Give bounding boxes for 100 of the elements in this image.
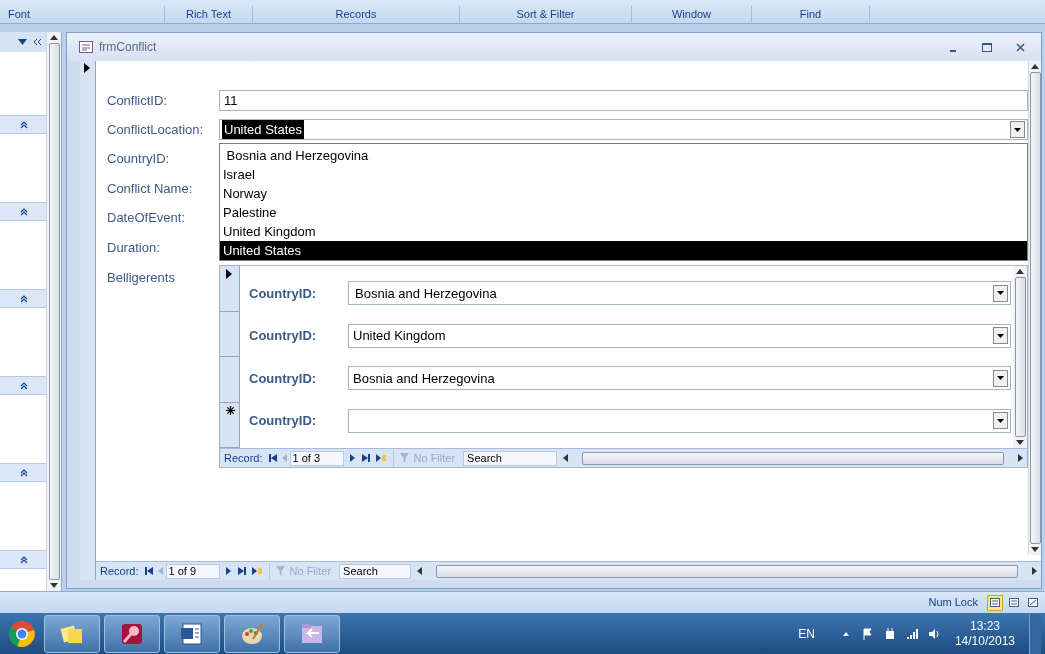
view-button[interactable] [987, 594, 1003, 611]
country-combo[interactable]: Bosnia and Herzegovina [348, 281, 1011, 306]
location-combo[interactable]: United States [219, 119, 1028, 140]
field-label: Belligerents [107, 269, 176, 287]
flag-icon[interactable] [860, 626, 875, 641]
taskbar-button[interactable] [224, 614, 280, 653]
view-icon [1028, 598, 1038, 607]
scroll-up-icon[interactable] [1031, 64, 1039, 69]
collapse-pane-icon[interactable] [33, 38, 42, 46]
window-title: frmConflict [99, 39, 157, 56]
vertical-scrollbar[interactable] [1013, 266, 1027, 448]
new-record-icon[interactable] [251, 567, 262, 575]
row-selector[interactable] [220, 266, 240, 312]
text-field[interactable]: 11 [219, 90, 1028, 111]
funnel-icon [275, 566, 287, 576]
scroll-down-icon[interactable] [1031, 547, 1039, 552]
dropdown-button[interactable] [1010, 121, 1025, 138]
row-selector[interactable] [220, 402, 240, 448]
last-record-icon[interactable] [237, 567, 246, 575]
view-icon [1009, 598, 1019, 607]
dropdown-button[interactable] [993, 327, 1008, 345]
ribbon-group-label: Sort & Filter [460, 6, 632, 22]
caret-icon [997, 376, 1004, 381]
dropdown-button[interactable] [993, 284, 1008, 302]
dropdown-option[interactable]: Norway [220, 184, 1027, 203]
funnel-icon [399, 453, 411, 463]
scroll-left-icon[interactable] [563, 454, 569, 462]
country-label: CountryID: [249, 412, 318, 430]
language-indicator[interactable]: EN [798, 624, 815, 643]
first-record-icon[interactable] [268, 454, 277, 462]
dropdown-option[interactable]: Bosnia and Herzegovina [220, 146, 1027, 165]
caret-icon [997, 333, 1004, 338]
next-record-icon[interactable] [225, 567, 231, 575]
scroll-down-icon[interactable] [50, 583, 58, 588]
taskbar-button[interactable] [284, 614, 340, 653]
dropdown-icon[interactable] [18, 39, 27, 45]
field-label: ConflictLocation: [107, 120, 205, 139]
ribbon-group-label: Rich Text [165, 6, 253, 22]
collapse-chevron-icon[interactable] [20, 120, 28, 129]
ribbon-group-label: Font [0, 6, 165, 22]
taskbar-button[interactable] [44, 614, 100, 653]
first-record-icon[interactable] [144, 567, 153, 575]
clock-date: 14/10/2013 [954, 633, 1015, 649]
field-label: DateOfEvent: [107, 209, 186, 227]
signal-icon[interactable] [904, 626, 919, 641]
caret-icon [997, 418, 1004, 423]
record-label: Record: [99, 563, 140, 579]
horizontal-scrollbar[interactable] [417, 563, 1037, 579]
maximize-icon[interactable] [982, 42, 992, 52]
record-position-field[interactable]: 1 of 9 [165, 563, 220, 579]
country-label: CountryID: [249, 369, 318, 388]
scrollbar-thumb[interactable] [436, 564, 1018, 578]
dropdown-button[interactable] [993, 412, 1008, 430]
collapse-chevron-icon[interactable] [20, 468, 28, 477]
scrollbar-thumb[interactable] [582, 451, 1004, 465]
caret-icon [997, 291, 1004, 296]
search-field[interactable]: Search [463, 450, 558, 466]
dropdown-button[interactable] [993, 369, 1008, 387]
record-position-field[interactable]: 1 of 3 [289, 450, 344, 466]
last-record-icon[interactable] [361, 454, 370, 462]
scroll-right-icon[interactable] [1032, 567, 1037, 575]
new-record-icon[interactable] [375, 454, 386, 462]
collapse-chevron-icon[interactable] [20, 381, 28, 390]
dropdown-option[interactable]: Palestine [220, 203, 1027, 222]
scrollbar-thumb[interactable] [48, 43, 60, 580]
field-label: ConflictID: [107, 91, 168, 110]
collapse-chevron-icon[interactable] [20, 207, 28, 216]
country-combo[interactable]: Bosnia and Herzegovina [348, 366, 1011, 391]
horizontal-scrollbar[interactable] [563, 450, 1023, 466]
dropdown-option[interactable]: Israel [220, 165, 1027, 184]
vertical-scrollbar[interactable] [46, 32, 61, 591]
country-label: CountryID: [249, 284, 318, 303]
scrollbar-thumb[interactable] [1014, 277, 1026, 437]
scroll-up-icon[interactable] [1016, 269, 1024, 274]
next-record-icon[interactable] [349, 454, 355, 462]
scroll-up-icon[interactable] [50, 35, 58, 40]
dropdown-option[interactable]: United States [220, 241, 1027, 260]
combo-value: United States [222, 119, 305, 140]
field-label: Conflict Name: [107, 179, 193, 198]
search-field[interactable]: Search [339, 563, 412, 579]
country-label: CountryID: [249, 327, 318, 345]
record-label: Record: [223, 450, 264, 466]
scroll-left-icon[interactable] [417, 567, 423, 575]
num-lock-indicator: Num Lock [928, 595, 978, 611]
collapse-chevron-icon[interactable] [20, 555, 28, 564]
scroll-right-icon[interactable] [1018, 454, 1023, 462]
ribbon-group-label: Window [632, 6, 752, 22]
form-icon [79, 41, 93, 53]
country-combo[interactable]: United Kingdom [348, 323, 1011, 348]
close-icon[interactable] [1016, 42, 1025, 52]
field-label: CountryID: [107, 150, 170, 168]
combo-value: United Kingdom [353, 327, 446, 345]
browser-icon[interactable] [8, 619, 36, 648]
taskbar-button[interactable] [104, 614, 160, 653]
taskbar-button[interactable] [164, 614, 220, 653]
dropdown-option[interactable]: United Kingdom [220, 222, 1027, 241]
scroll-down-icon[interactable] [1016, 440, 1024, 445]
ribbon-group-label: Find [752, 6, 870, 22]
clock[interactable]: 13:23 14/10/2013 [954, 618, 1015, 649]
collapse-chevron-icon[interactable] [20, 294, 28, 303]
